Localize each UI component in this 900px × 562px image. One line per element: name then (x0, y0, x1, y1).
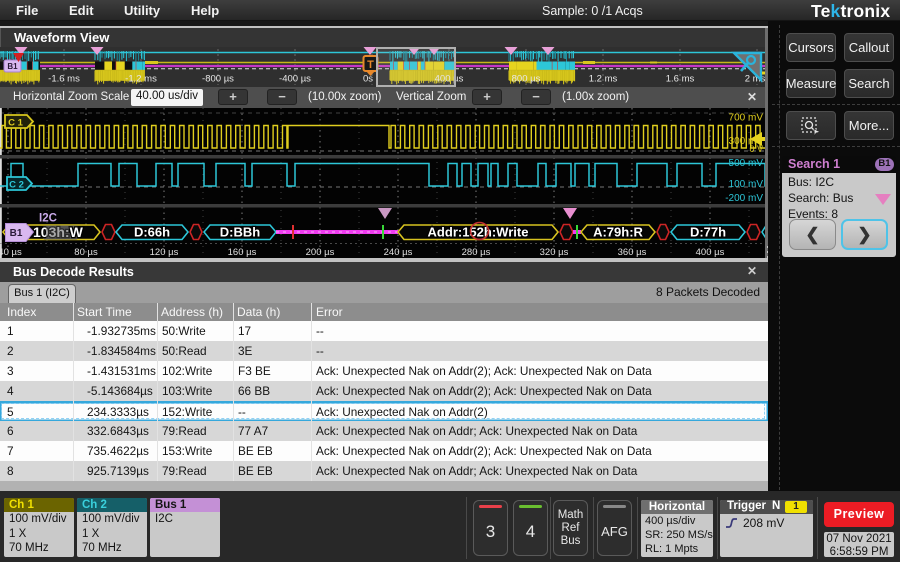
svg-text:80 µs: 80 µs (74, 247, 98, 258)
svg-text:D:BBh: D:BBh (220, 225, 260, 240)
svg-text:280 µs: 280 µs (462, 247, 491, 258)
svg-text:T: T (367, 59, 374, 71)
svg-text:-1.2 ms: -1.2 ms (125, 74, 157, 85)
svg-text:100 mV: 100 mV (729, 179, 764, 190)
svg-text:-1.6 ms: -1.6 ms (48, 74, 80, 85)
svg-text:0s: 0s (363, 74, 373, 85)
svg-text:320 µs: 320 µs (540, 247, 569, 258)
svg-text:160 µs: 160 µs (228, 247, 257, 258)
svg-text:1.6 ms: 1.6 ms (666, 74, 695, 85)
svg-text:40 µs: 40 µs (0, 247, 22, 258)
svg-text:-200 mV: -200 mV (725, 193, 763, 204)
svg-text:800 µs: 800 µs (512, 74, 541, 85)
svg-text:-400 µs: -400 µs (279, 74, 311, 85)
svg-text:360 µs: 360 µs (618, 247, 647, 258)
svg-text:240 µs: 240 µs (384, 247, 413, 258)
svg-text:C 1: C 1 (8, 118, 24, 129)
svg-text:700 mV: 700 mV (729, 113, 764, 124)
svg-text:B1: B1 (7, 62, 18, 71)
svg-text:D:77h: D:77h (690, 225, 726, 240)
svg-text:D:66h: D:66h (134, 225, 170, 240)
svg-text:200 µs: 200 µs (306, 247, 335, 258)
svg-text:B1: B1 (10, 228, 23, 239)
svg-text:500 mV: 500 mV (729, 158, 764, 169)
svg-text:120 µs: 120 µs (150, 247, 179, 258)
svg-text:A:79h:R: A:79h:R (593, 225, 643, 240)
svg-text:I2C: I2C (39, 213, 57, 225)
svg-text:-800 µs: -800 µs (202, 74, 234, 85)
svg-text:1.2 ms: 1.2 ms (589, 74, 618, 85)
svg-text:400 µs: 400 µs (696, 247, 725, 258)
svg-text:Addr:152h:Write: Addr:152h:Write (428, 225, 529, 240)
svg-text:C 2: C 2 (9, 180, 24, 191)
svg-text:0 V: 0 V (749, 144, 763, 154)
